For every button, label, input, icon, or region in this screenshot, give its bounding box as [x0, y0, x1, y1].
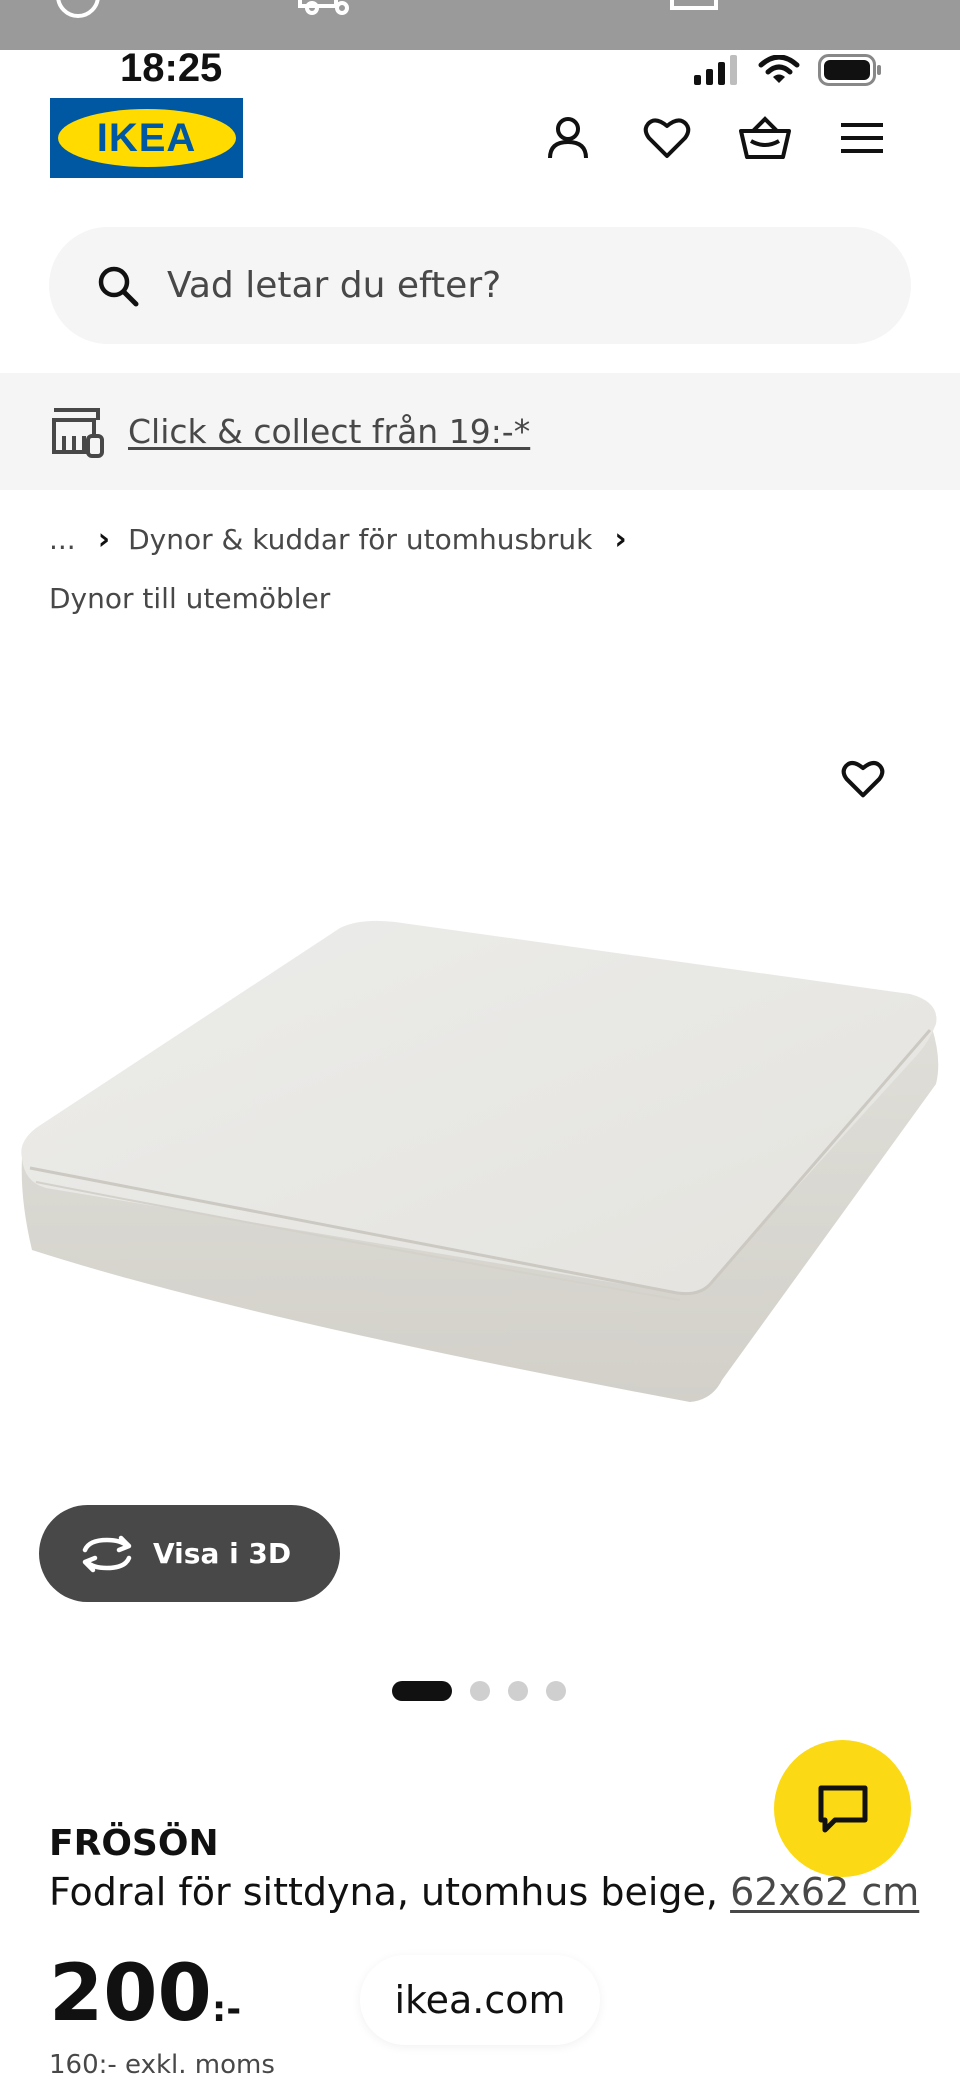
basket-icon[interactable] [735, 108, 795, 168]
breadcrumb-ellipsis[interactable]: ... [49, 523, 76, 556]
chevron-right-icon: › [614, 522, 627, 557]
store-pickup-icon [52, 407, 104, 458]
price-suffix: :- [211, 1989, 242, 2030]
status-icons [694, 52, 882, 88]
product-description-text: Fodral för sittdyna, utomhus beige, [49, 1870, 731, 1914]
price-integer: 200 [49, 1949, 212, 2039]
product-name: FRÖSÖN [49, 1823, 219, 1864]
pagination-dot-4[interactable] [546, 1681, 566, 1701]
chevron-right-icon: › [97, 522, 111, 557]
truck-icon [298, 0, 349, 15]
breadcrumb: ... › Dynor & kuddar för utomhusbruk › [49, 522, 645, 557]
pagination-dot-2[interactable] [470, 1681, 490, 1701]
rotate-3d-icon [82, 1535, 132, 1572]
pagination-dot-3[interactable] [508, 1681, 528, 1701]
top-banner-strip [0, 0, 960, 50]
cellular-signal-icon [694, 55, 737, 85]
status-time: 18:25 [120, 46, 223, 90]
search-bar[interactable] [49, 227, 911, 344]
chat-bubble-icon [818, 1785, 867, 1832]
pagination-dot-1[interactable] [392, 1681, 452, 1701]
product-price: 200 :- [49, 1955, 241, 2033]
logo-text: IKEA [96, 115, 197, 160]
product-image[interactable] [0, 900, 960, 1420]
logo-oval: IKEA [57, 109, 236, 167]
heart-icon [841, 761, 885, 798]
view-3d-label: Visa i 3D [153, 1537, 292, 1570]
image-pagination [392, 1681, 566, 1701]
profile-icon[interactable] [538, 108, 598, 168]
chat-button[interactable] [774, 1740, 911, 1877]
price-excluding-vat: 160:- exkl. moms [49, 2050, 275, 2080]
search-icon [93, 261, 143, 311]
browser-address-pill[interactable]: ikea.com [360, 1955, 600, 2045]
promo-bar: Click & collect från 19:-* [0, 373, 960, 490]
breadcrumb-item-outdoor-seat-pads[interactable]: Dynor till utemöbler [49, 582, 330, 615]
menu-icon[interactable] [832, 108, 892, 168]
breadcrumb-item-outdoor-cushions[interactable]: Dynor & kuddar för utomhusbruk [128, 523, 592, 556]
click-collect-link[interactable]: Click & collect från 19:-* [128, 412, 530, 451]
battery-icon [818, 54, 881, 86]
favourite-button[interactable] [832, 748, 894, 810]
view-3d-button[interactable]: Visa i 3D [39, 1505, 340, 1602]
heart-icon[interactable] [637, 108, 697, 168]
globe-icon [56, 0, 100, 18]
wifi-icon [758, 55, 800, 83]
product-size-link[interactable]: 62x62 cm [730, 1870, 919, 1914]
store-icon [670, 0, 718, 10]
ikea-logo[interactable]: IKEA [50, 98, 243, 178]
search-input[interactable] [165, 264, 869, 307]
product-description: Fodral för sittdyna, utomhus beige, 62x6… [49, 1870, 919, 1914]
